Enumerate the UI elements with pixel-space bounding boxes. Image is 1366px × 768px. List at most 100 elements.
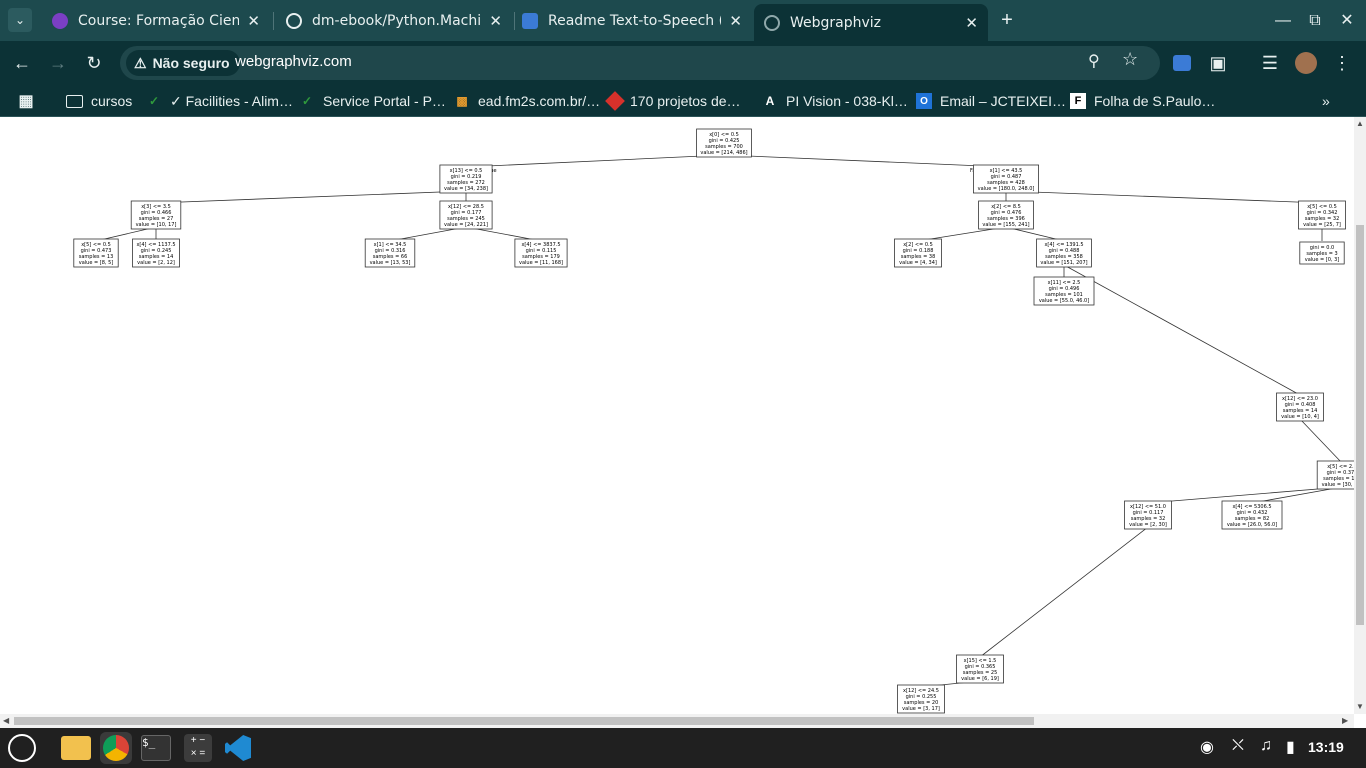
reload-button[interactable]: ↻ — [80, 49, 108, 77]
tts-extension-icon — [1173, 55, 1191, 71]
terminal-app-button[interactable]: $_ — [140, 732, 172, 764]
tree-edge — [723, 154, 1007, 168]
tts-extension-button[interactable] — [1168, 49, 1196, 77]
restore-button[interactable]: ⧉ — [1302, 8, 1328, 34]
scroll-down-icon[interactable]: ▼ — [1356, 702, 1364, 711]
tree-node: x[5] <= 0.5gini = 0.473samples = 13value… — [73, 238, 119, 268]
media-controls-button[interactable]: ☰ — [1256, 49, 1284, 77]
close-icon[interactable]: ✕ — [247, 12, 260, 30]
files-app-button[interactable] — [60, 732, 92, 764]
tree-node-text: value = [6, 19] — [961, 676, 999, 682]
kebab-menu-icon: ⋮ — [1333, 53, 1351, 73]
bookmark-170-projetos[interactable]: 170 projetos de… — [605, 91, 741, 111]
tab-search-button[interactable]: ⌄ — [8, 8, 32, 32]
zoom-icon[interactable]: ⚲ — [1088, 51, 1100, 71]
launcher-button[interactable] — [6, 732, 38, 764]
green-check-icon: ✓ — [148, 94, 160, 108]
forward-button[interactable]: → — [44, 49, 72, 77]
plus-icon: + — [1001, 9, 1013, 31]
menu-button[interactable]: ⋮ — [1328, 49, 1356, 77]
tree-node: x[15] <= 1.5gini = 0.365samples = 25valu… — [956, 654, 1004, 684]
bookmark-pi-vision[interactable]: A PI Vision - 038-Kl… — [762, 91, 908, 111]
bookmark-label: ✓ Facilities - Alim… — [170, 92, 293, 109]
bookmark-fm2s[interactable]: ▩ ead.fm2s.com.br/… — [454, 91, 600, 111]
new-tab-button[interactable]: + — [994, 8, 1020, 34]
tree-node-text: value = [155, 241] — [982, 222, 1029, 228]
close-icon[interactable]: ✕ — [729, 12, 742, 30]
bookmark-facilities[interactable]: ✓ ✓ Facilities - Alim… — [146, 91, 293, 111]
vertical-scrollbar[interactable]: ▲ ▼ — [1354, 117, 1366, 714]
tree-node: x[4] <= 5306.5gini = 0.432samples = 82va… — [1221, 500, 1283, 530]
tree-node: x[2] <= 8.5gini = 0.476samples = 396valu… — [978, 200, 1034, 230]
scroll-right-icon[interactable]: ▶ — [1342, 716, 1348, 725]
tab-webgraphviz[interactable]: Webgraphviz ✕ — [754, 4, 988, 41]
media-list-icon: ☰ — [1261, 53, 1279, 73]
vscode-app-button[interactable] — [222, 732, 254, 764]
tab-readme-tts[interactable]: Readme Text-to-Speech (TTS) ✕ — [512, 4, 752, 37]
tree-edge — [979, 526, 1149, 658]
tts-favicon-icon — [522, 12, 538, 29]
tree-node-text: value = [25, 7] — [1303, 222, 1341, 228]
chevron-down-icon: ⌄ — [14, 13, 26, 27]
clock[interactable]: 13:19 — [1308, 739, 1344, 755]
terminal-icon: $_ — [141, 735, 171, 761]
extensions-button[interactable]: ▣ — [1204, 49, 1232, 77]
back-button[interactable]: ← — [8, 49, 36, 77]
horizontal-scroll-thumb[interactable] — [14, 717, 1034, 725]
launcher-icon — [8, 734, 36, 762]
address-bar[interactable]: ⚠ Não seguro webgraphviz.com ⚲ ☆ — [120, 46, 1160, 80]
close-window-button[interactable]: ✕ — [1334, 8, 1360, 34]
arrow-left-icon: ← — [13, 53, 31, 73]
vertical-scroll-thumb[interactable] — [1356, 225, 1364, 625]
bookmark-cursos[interactable]: cursos — [66, 91, 132, 111]
calculator-icon: + − × = — [184, 734, 212, 762]
chrome-tray-icon[interactable]: ◉ — [1200, 737, 1214, 757]
chrome-app-button[interactable] — [100, 732, 132, 764]
bookmark-email[interactable]: O Email – JCTEIXEI… — [916, 91, 1066, 111]
music-note-icon[interactable]: ♫ — [1260, 737, 1272, 755]
vscode-icon — [225, 735, 251, 761]
close-icon[interactable]: ✕ — [489, 12, 502, 30]
battery-icon[interactable]: ▮ — [1286, 737, 1295, 757]
tree-node: x[12] <= 28.5gini = 0.177samples = 245va… — [439, 200, 493, 230]
tab-course[interactable]: Course: Formação Cientista de Dados ✕ — [42, 4, 270, 37]
minimize-icon: — — [1275, 12, 1291, 29]
bookmarks-bar: ▦ cursos ✓ ✓ Facilities - Alim… ✓ Servic… — [0, 85, 1366, 117]
minimize-button[interactable]: — — [1270, 8, 1296, 34]
tree-node-text: value = [10, 4] — [1281, 414, 1319, 420]
tree-node-text: value = [4, 34] — [899, 260, 937, 266]
close-icon: ✕ — [1340, 12, 1354, 29]
tree-node: x[3] <= 3.5gini = 0.466samples = 27value… — [130, 200, 182, 230]
scroll-up-icon[interactable]: ▲ — [1356, 119, 1364, 128]
tab-github[interactable]: dm-ebook/Python.MachineLearning ✕ — [276, 4, 512, 37]
bookmark-folha[interactable]: F Folha de S.Paulo… — [1070, 91, 1215, 111]
pi-logo-icon: A — [765, 94, 775, 108]
tree-node-text: value = [214, 486] — [700, 150, 747, 156]
tree-node-text: value = [2, 30] — [1129, 522, 1167, 528]
tab-title: Course: Formação Cientista de Dados — [78, 12, 240, 29]
tree-node-text: value = [8, 5] — [79, 260, 114, 266]
bookmark-service-portal[interactable]: ✓ Service Portal - P… — [299, 91, 446, 111]
tree-node-text: value = [10, 17] — [136, 222, 177, 228]
tab-title: dm-ebook/Python.MachineLearning — [312, 12, 482, 29]
security-label: Não seguro — [152, 55, 230, 71]
tab-strip: ⌄ Course: Formação Cientista de Dados ✕ … — [0, 0, 1366, 41]
tree-edge — [1005, 190, 1323, 204]
security-chip[interactable]: ⚠ Não seguro — [126, 50, 240, 76]
url-text[interactable]: webgraphviz.com — [235, 53, 352, 70]
tree-edge — [1063, 264, 1301, 396]
scroll-left-icon[interactable]: ◀ — [3, 716, 9, 725]
reload-icon: ↻ — [86, 53, 102, 73]
calculator-app-button[interactable]: + − × = — [182, 732, 214, 764]
network-icon[interactable]: ⛌ — [1232, 737, 1244, 755]
page-content[interactable]: TrueFalse x[0] <= 0.5gini = 0.425samples… — [0, 117, 1354, 714]
toolbar: ← → ↻ ⚠ Não seguro webgraphviz.com ⚲ ☆ ▣… — [0, 41, 1366, 85]
globe-icon — [764, 14, 780, 31]
close-icon[interactable]: ✕ — [965, 14, 978, 32]
more-bookmarks-button[interactable]: » — [1322, 91, 1330, 111]
star-icon[interactable]: ☆ — [1122, 49, 1138, 70]
tree-node: x[1] <= 34.5gini = 0.316samples = 66valu… — [364, 238, 416, 268]
apps-button[interactable]: ▦ — [18, 91, 42, 111]
horizontal-scrollbar[interactable]: ◀ ▶ — [0, 714, 1354, 728]
profile-button[interactable] — [1292, 49, 1320, 77]
